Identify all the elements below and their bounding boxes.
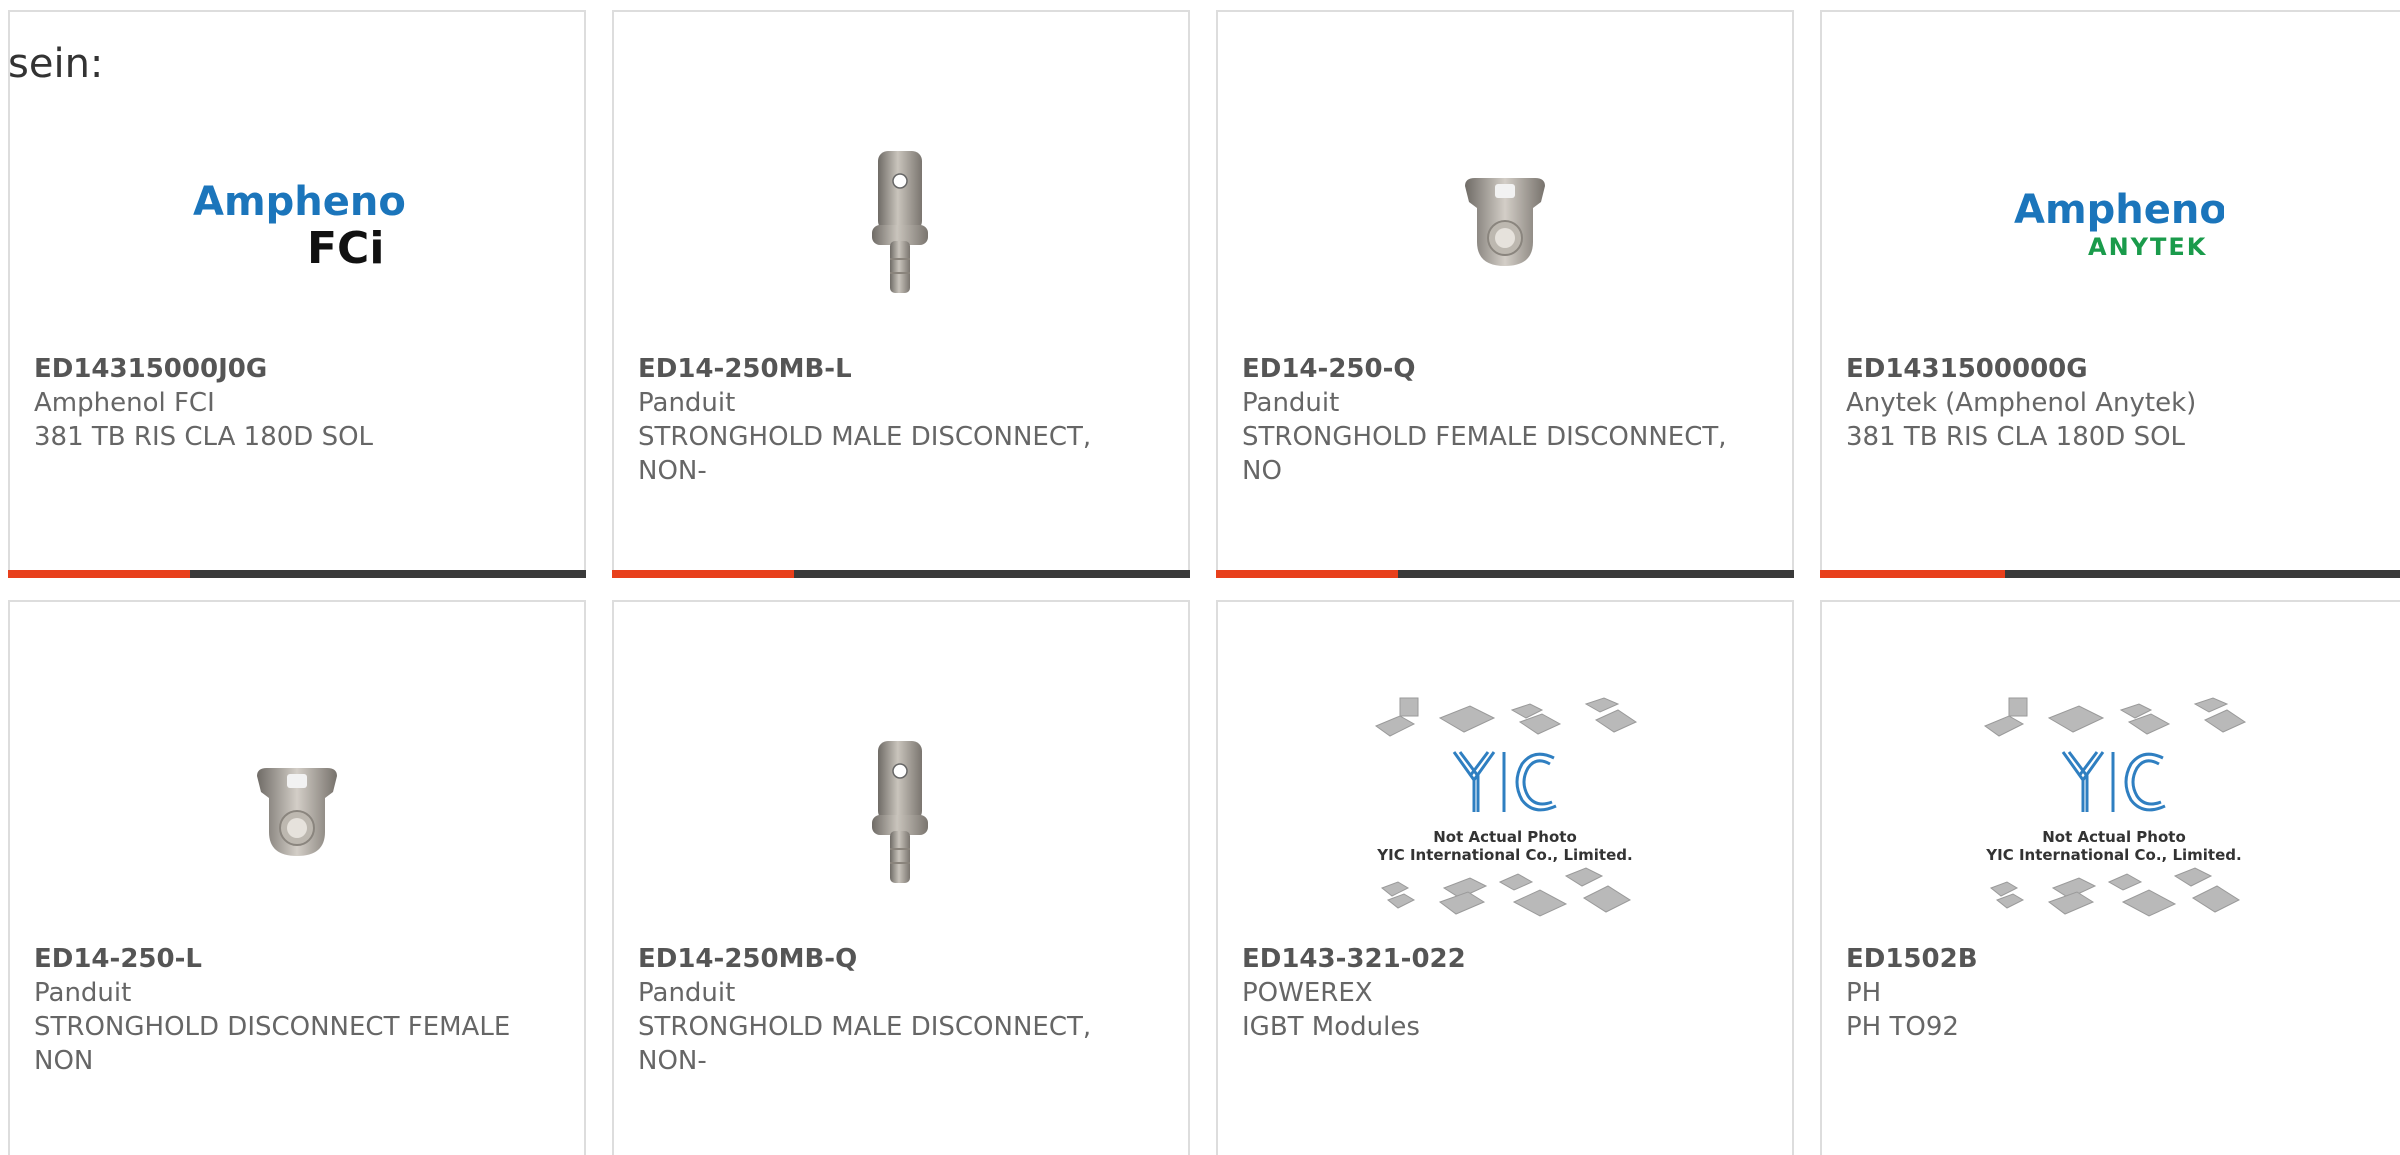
product-image: [10, 692, 584, 932]
product-info: ED14-250MB-L Panduit STRONGHOLD MALE DIS…: [638, 352, 1168, 488]
description-label: STRONGHOLD DISCONNECT FEMALE NON: [34, 1012, 511, 1076]
placeholder-caption-line1: Not Actual Photo: [1433, 828, 1577, 846]
part-number-link[interactable]: ED14-250-L: [34, 942, 564, 976]
description-label: 381 TB RIS CLA 180D SOL: [1846, 422, 2186, 452]
product-info: ED14-250-Q Panduit STRONGHOLD FEMALE DIS…: [1242, 352, 1772, 488]
product-image: Amphenol FCi: [10, 102, 584, 342]
product-image: [614, 692, 1188, 932]
description-label: STRONGHOLD FEMALE DISCONNECT, NO: [1242, 422, 1727, 486]
product-card[interactable]: ED14-250-Q Panduit STRONGHOLD FEMALE DIS…: [1216, 10, 1794, 578]
description-label: 381 TB RIS CLA 180D SOL: [34, 422, 374, 452]
card-bottom-accent: [612, 570, 795, 578]
logo-text-top: Amphenol: [193, 179, 407, 225]
manufacturer-label: Panduit: [638, 978, 736, 1008]
product-grid-page: sein: Amphenol FCi ED14315000J0G Ampheno…: [0, 0, 2400, 1155]
male-disconnect-terminal-icon: [872, 741, 928, 883]
placeholder-caption-line2: YIC International Co., Limited.: [1376, 846, 1632, 864]
manufacturer-label: Panduit: [1242, 388, 1340, 418]
manufacturer-label: POWEREX: [1242, 978, 1373, 1008]
product-card[interactable]: Amphenol FCi ED14315000J0G Amphenol FCI …: [8, 10, 586, 578]
card-bottom-bar: [8, 570, 586, 578]
description-label: STRONGHOLD MALE DISCONNECT, NON-: [638, 422, 1092, 486]
yic-placeholder-image: Not Actual Photo YIC International Co., …: [1983, 697, 2247, 917]
product-image: Amphenol ANYTEK: [1822, 102, 2400, 342]
product-image: Not Actual Photo YIC International Co., …: [1822, 692, 2400, 932]
description-label: IGBT Modules: [1242, 1012, 1420, 1042]
part-number-link[interactable]: ED14315000J0G: [34, 352, 564, 386]
product-info: ED14-250-L Panduit STRONGHOLD DISCONNECT…: [34, 942, 564, 1078]
amphenol-anytek-logo: Amphenol ANYTEK: [2014, 187, 2224, 261]
part-number-link[interactable]: ED14-250-Q: [1242, 352, 1772, 386]
product-info: ED1502B PH PH TO92: [1846, 942, 2386, 1044]
description-label: PH TO92: [1846, 1012, 1959, 1042]
product-image: Not Actual Photo YIC International Co., …: [1218, 692, 1792, 932]
placeholder-caption-line1: Not Actual Photo: [2042, 828, 2186, 846]
card-bottom-bar: [1216, 570, 1794, 578]
male-disconnect-terminal-icon: [872, 151, 928, 293]
part-number-link[interactable]: ED1431500000G: [1846, 352, 2386, 386]
yic-placeholder-image: Not Actual Photo YIC International Co., …: [1374, 697, 1638, 917]
amphenol-fci-logo: Amphenol FCi: [193, 179, 407, 274]
product-card[interactable]: ED14-250MB-L Panduit STRONGHOLD MALE DIS…: [612, 10, 1190, 578]
card-bottom-bar: [612, 570, 1190, 578]
logo-text-bottom: ANYTEK: [2088, 233, 2207, 261]
card-bottom-accent: [1820, 570, 2006, 578]
manufacturer-label: Amphenol FCI: [34, 388, 215, 418]
product-card[interactable]: Amphenol ANYTEK ED1431500000G Anytek (Am…: [1820, 10, 2400, 578]
manufacturer-label: Anytek (Amphenol Anytek): [1846, 388, 2197, 418]
part-number-link[interactable]: ED14-250MB-Q: [638, 942, 1168, 976]
product-grid: Amphenol FCi ED14315000J0G Amphenol FCI …: [8, 10, 2400, 1155]
female-disconnect-terminal-icon: [257, 768, 337, 856]
product-card[interactable]: ED14-250-L Panduit STRONGHOLD DISCONNECT…: [8, 600, 586, 1155]
product-info: ED143-321-022 POWEREX IGBT Modules: [1242, 942, 1772, 1044]
product-info: ED14-250MB-Q Panduit STRONGHOLD MALE DIS…: [638, 942, 1168, 1078]
female-disconnect-terminal-icon: [1465, 178, 1545, 266]
product-image: [614, 102, 1188, 342]
section-heading: sein:: [8, 41, 104, 87]
description-label: STRONGHOLD MALE DISCONNECT, NON-: [638, 1012, 1092, 1076]
product-card[interactable]: Not Actual Photo YIC International Co., …: [1820, 600, 2400, 1155]
part-number-link[interactable]: ED143-321-022: [1242, 942, 1772, 976]
manufacturer-label: Panduit: [638, 388, 736, 418]
product-card[interactable]: ED14-250MB-Q Panduit STRONGHOLD MALE DIS…: [612, 600, 1190, 1155]
product-info: ED14315000J0G Amphenol FCI 381 TB RIS CL…: [34, 352, 564, 454]
logo-text-bottom: FCi: [307, 223, 384, 274]
part-number-link[interactable]: ED1502B: [1846, 942, 2386, 976]
manufacturer-label: Panduit: [34, 978, 132, 1008]
card-bottom-bar: [1820, 570, 2400, 578]
logo-text-top: Amphenol: [2014, 187, 2224, 233]
placeholder-caption-line2: YIC International Co., Limited.: [1985, 846, 2241, 864]
manufacturer-label: PH: [1846, 978, 1882, 1008]
product-card[interactable]: Not Actual Photo YIC International Co., …: [1216, 600, 1794, 1155]
part-number-link[interactable]: ED14-250MB-L: [638, 352, 1168, 386]
card-bottom-accent: [1216, 570, 1399, 578]
product-info: ED1431500000G Anytek (Amphenol Anytek) 3…: [1846, 352, 2386, 454]
card-bottom-accent: [8, 570, 191, 578]
product-image: [1218, 102, 1792, 342]
